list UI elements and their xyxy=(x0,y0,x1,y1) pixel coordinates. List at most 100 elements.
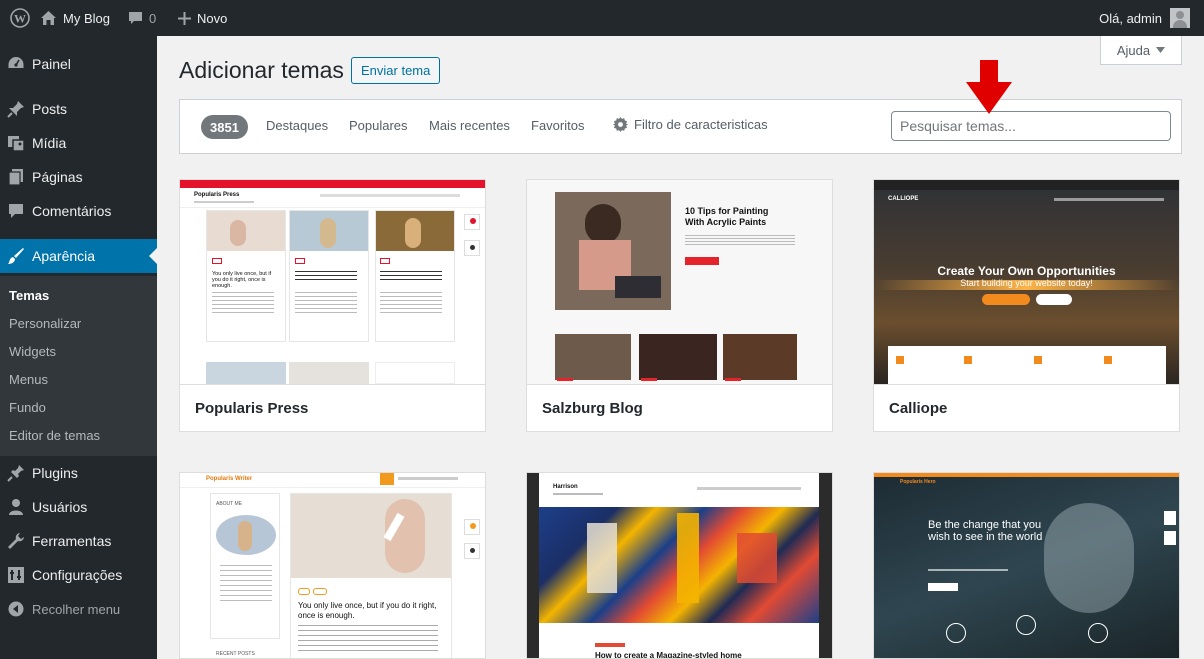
menu-item-ferramentas[interactable]: Ferramentas xyxy=(0,524,157,558)
preview-site-title: Popularis Hero xyxy=(900,479,936,485)
filter-populares[interactable]: Populares xyxy=(349,118,408,133)
plus-icon xyxy=(178,11,191,25)
preview-about-label: ABOUT ME xyxy=(216,501,243,507)
menu-item-configuracoes[interactable]: Configurações xyxy=(0,558,157,592)
menu-label: Plugins xyxy=(32,465,78,481)
greeting: Olá, admin xyxy=(1099,10,1162,26)
user-account-menu[interactable]: Olá, admin xyxy=(1099,0,1190,36)
gear-icon xyxy=(613,117,628,132)
preview-post-title: You only live once, but if you do it rig… xyxy=(298,601,437,620)
page-title: Adicionar temas xyxy=(179,57,344,83)
home-icon xyxy=(41,11,56,25)
preview-recent-label: RECENT POSTS xyxy=(216,651,255,657)
preview-headline: Create Your Own Opportunities xyxy=(937,264,1116,278)
theme-screenshot: 10 Tips for Painting With Acrylic Paints xyxy=(527,180,832,384)
wrench-icon xyxy=(0,532,32,550)
settings-icon xyxy=(0,566,32,584)
menu-item-usuarios[interactable]: Usuários xyxy=(0,490,157,524)
new-label: Novo xyxy=(197,10,228,26)
comment-icon xyxy=(0,202,32,220)
theme-card-harrison[interactable]: Harrison How to create a Magazine-styled… xyxy=(526,472,833,659)
preview-post-title: How to create a Magazine-styled home xyxy=(595,651,742,659)
preview-post-title: You only live once, but if you do it rig… xyxy=(212,271,272,289)
page-icon xyxy=(0,168,32,186)
menu-item-painel[interactable]: Painel xyxy=(0,47,157,81)
admin-sidebar: Painel Posts Mídia Páginas Comentários A… xyxy=(0,36,157,659)
menu-item-comentarios[interactable]: Comentários xyxy=(0,194,157,228)
plugin-icon xyxy=(0,464,32,482)
comments-count: 0 xyxy=(149,10,157,26)
menu-label: Páginas xyxy=(32,169,83,185)
preview-site-title: Harrison xyxy=(553,484,578,490)
feature-filter-button[interactable]: Filtro de caracteristicas xyxy=(613,117,768,132)
collapse-label: Recolher menu xyxy=(32,601,121,617)
preview-post-heading: 10 Tips for Painting With Acrylic Paints xyxy=(685,206,769,227)
site-name: My Blog xyxy=(63,10,110,26)
preview-site-title: Popularis Writer xyxy=(206,476,253,482)
menu-item-aparencia[interactable]: Aparência xyxy=(0,239,157,273)
theme-name: Popularis Press xyxy=(180,384,485,431)
preview-logo: CALLIOPE xyxy=(888,196,919,202)
brush-icon xyxy=(0,247,32,265)
theme-screenshot: Harrison How to create a Magazine-styled… xyxy=(527,473,832,659)
menu-label: Painel xyxy=(32,56,71,72)
upload-theme-button[interactable]: Enviar tema xyxy=(351,57,441,84)
submenu-editor-de-temas[interactable]: Editor de temas xyxy=(9,428,100,443)
filter-favoritos[interactable]: Favoritos xyxy=(531,118,584,133)
menu-label: Usuários xyxy=(32,499,88,515)
comment-icon xyxy=(129,11,142,24)
menu-label: Comentários xyxy=(32,203,112,219)
theme-card-salzburg-blog[interactable]: 10 Tips for Painting With Acrylic Paints… xyxy=(526,179,833,432)
feature-filter-label: Filtro de caracteristicas xyxy=(634,117,768,132)
menu-label: Posts xyxy=(32,101,68,117)
theme-screenshot: Popularis Writer ABOUT ME RECENT POSTS Y… xyxy=(180,473,485,658)
theme-card-popularis-hero[interactable]: Popularis Hero Be the change that you wi… xyxy=(873,472,1180,659)
menu-item-plugins[interactable]: Plugins xyxy=(0,456,157,490)
theme-card-popularis-press[interactable]: Popularis Press You only live once, but … xyxy=(179,179,486,432)
theme-screenshot: Popularis Hero Be the change that you wi… xyxy=(874,473,1179,658)
user-icon xyxy=(0,498,32,516)
preview-site-title: Popularis Press xyxy=(194,192,240,198)
caret-down-icon xyxy=(1156,47,1166,53)
menu-label: Mídia xyxy=(32,135,67,151)
theme-filter-bar: 3851 Destaques Populares Mais recentes F… xyxy=(179,99,1182,154)
theme-name: Calliope xyxy=(874,384,1179,431)
theme-name: Salzburg Blog xyxy=(527,384,832,431)
theme-screenshot: CALLIOPE Create Your Own Opportunities S… xyxy=(874,180,1179,384)
collapse-menu-button[interactable]: Recolher menu xyxy=(0,592,157,626)
dashboard-icon xyxy=(0,55,32,73)
admin-bar: W My Blog 0 Novo Olá, admin xyxy=(0,0,1204,36)
svg-text:W: W xyxy=(14,12,26,26)
preview-subline: Start building your website today! xyxy=(960,278,1093,288)
theme-count-badge: 3851 xyxy=(201,115,248,139)
menu-label: Aparência xyxy=(32,248,96,264)
menu-label: Ferramentas xyxy=(32,533,112,549)
site-name-link[interactable]: My Blog xyxy=(40,0,110,36)
submenu-temas[interactable]: Temas xyxy=(9,288,49,303)
collapse-arrow-icon xyxy=(0,601,32,617)
preview-hero-text: Be the change that you wish to see in th… xyxy=(928,519,1043,543)
filter-destaques[interactable]: Destaques xyxy=(266,118,328,133)
help-label: Ajuda xyxy=(1116,42,1151,58)
pin-icon xyxy=(0,100,32,118)
menu-item-paginas[interactable]: Páginas xyxy=(0,160,157,194)
submenu-widgets[interactable]: Widgets xyxy=(9,344,56,359)
submenu-personalizar[interactable]: Personalizar xyxy=(9,316,81,331)
theme-screenshot: Popularis Press You only live once, but … xyxy=(180,180,485,384)
menu-item-posts[interactable]: Posts xyxy=(0,92,157,126)
submenu-fundo[interactable]: Fundo xyxy=(9,400,46,415)
new-content-link[interactable]: Novo xyxy=(178,0,227,36)
search-themes-input[interactable] xyxy=(891,111,1171,141)
red-arrow-down-icon xyxy=(966,60,1012,114)
avatar xyxy=(1170,8,1190,28)
theme-card-calliope[interactable]: CALLIOPE Create Your Own Opportunities S… xyxy=(873,179,1180,432)
filter-mais-recentes[interactable]: Mais recentes xyxy=(429,118,510,133)
wordpress-logo-icon[interactable]: W xyxy=(0,0,40,36)
appearance-submenu: Temas Personalizar Widgets Menus Fundo E… xyxy=(0,276,157,456)
help-tab-button[interactable]: Ajuda xyxy=(1100,36,1182,65)
submenu-menus[interactable]: Menus xyxy=(9,372,48,387)
media-icon xyxy=(0,134,32,152)
theme-card-popularis-writer[interactable]: Popularis Writer ABOUT ME RECENT POSTS Y… xyxy=(179,472,486,659)
menu-item-midia[interactable]: Mídia xyxy=(0,126,157,160)
comments-link[interactable]: 0 xyxy=(128,0,156,36)
